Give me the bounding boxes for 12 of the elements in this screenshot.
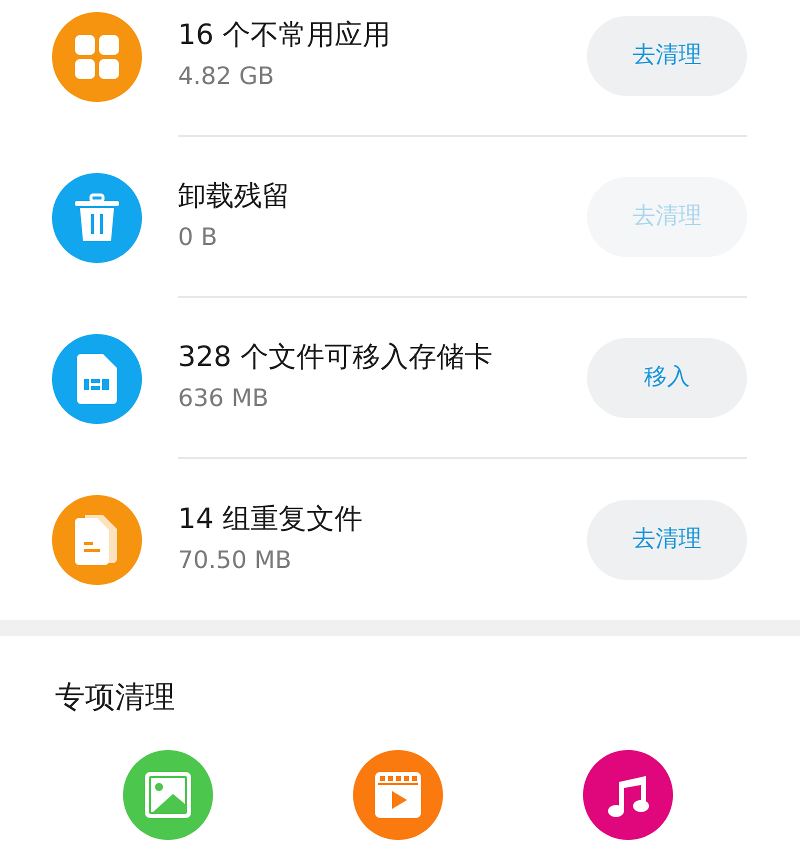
clean-button[interactable]: 去清理 — [587, 16, 747, 96]
item-size: 636 MB — [178, 382, 270, 414]
item-size: 0 B — [178, 222, 218, 253]
clean-button[interactable]: 移入 — [587, 338, 747, 418]
item-title: 328 个文件可移入存储卡 — [178, 339, 494, 376]
item-title: 卸载残留 — [178, 178, 291, 214]
item-title: 14 组重复文件 — [178, 501, 364, 538]
item-size: 4.82 GB — [178, 60, 276, 92]
clean-button[interactable]: 去清理 — [587, 500, 747, 580]
item-title: 16 个不常用应用 — [178, 17, 392, 54]
item-size: 70.50 MB — [178, 544, 293, 576]
section-heading: 专项清理 — [54, 679, 176, 716]
